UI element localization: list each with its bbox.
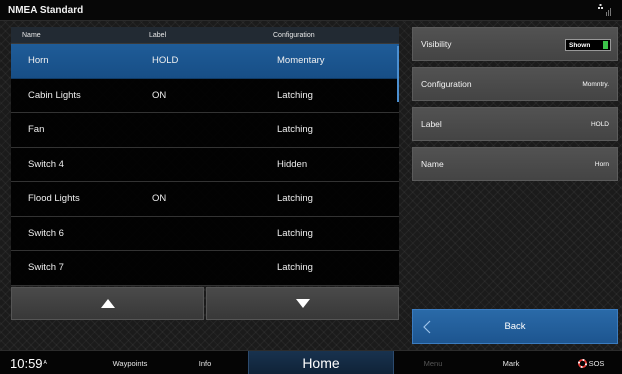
row-configuration: Latching <box>277 227 313 239</box>
visibility-panel[interactable]: Visibility Shown <box>412 27 618 61</box>
back-label: Back <box>504 321 526 332</box>
chevron-left-icon <box>423 320 431 334</box>
row-configuration: Latching <box>277 89 313 101</box>
clock-time: 10:59 <box>10 355 43 371</box>
row-label: ON <box>152 193 167 205</box>
row-name: Horn <box>28 55 49 67</box>
visibility-value: Shown <box>569 41 591 49</box>
row-configuration: Latching <box>277 262 313 274</box>
row-name: Flood Lights <box>28 193 80 205</box>
scroll-down-button[interactable] <box>206 287 399 320</box>
table-row[interactable]: Switch 7 Latching <box>11 251 399 286</box>
menu-button[interactable]: Menu <box>410 351 456 374</box>
clock-suffix: A <box>43 360 47 366</box>
configuration-panel[interactable]: Configuration Momntry. <box>412 67 618 101</box>
table-scrollbar[interactable] <box>397 46 399 102</box>
row-name: Switch 7 <box>28 262 64 274</box>
row-label: HOLD <box>152 55 179 67</box>
table-row[interactable]: Switch 6 Latching <box>11 216 399 251</box>
title-bar: NMEA Standard <box>0 0 622 21</box>
table-row[interactable]: Fan Latching <box>11 113 399 148</box>
label-title: Label <box>421 119 442 129</box>
header-configuration: Configuration <box>273 31 315 39</box>
visibility-toggle[interactable]: Shown <box>565 39 611 51</box>
header-name: Name <box>22 31 41 39</box>
row-name: Switch 4 <box>28 158 64 170</box>
triangle-down-icon <box>295 299 310 308</box>
table-row[interactable]: Switch 4 Hidden <box>11 147 399 182</box>
info-button[interactable]: Info <box>180 351 230 374</box>
row-configuration: Latching <box>277 193 313 205</box>
header-label: Label <box>149 31 167 39</box>
bottom-bar: 10:59 A Waypoints Info Home Menu Mark SOS <box>0 350 622 374</box>
table-header: Name Label Configuration <box>11 27 399 44</box>
row-configuration: Momentary <box>277 55 325 67</box>
mark-button[interactable]: Mark <box>490 351 532 374</box>
sos-button[interactable]: SOS <box>566 351 616 374</box>
name-panel[interactable]: Name Horn <box>412 147 618 181</box>
triangle-up-icon <box>100 299 115 308</box>
home-button[interactable]: Home <box>248 351 394 374</box>
signal-icon <box>598 4 611 16</box>
table-row[interactable]: Flood Lights ON Latching <box>11 182 399 217</box>
toggle-indicator <box>603 41 608 49</box>
page-arrows <box>11 287 399 320</box>
row-name: Cabin Lights <box>28 89 81 101</box>
visibility-title: Visibility <box>421 39 452 49</box>
configuration-value: Momntry. <box>582 80 609 88</box>
row-configuration: Latching <box>277 124 313 136</box>
row-label: ON <box>152 89 167 101</box>
clock: 10:59 A <box>10 351 90 374</box>
window-title: NMEA Standard <box>8 4 84 16</box>
row-configuration: Hidden <box>277 158 308 170</box>
back-button[interactable]: Back <box>412 309 618 344</box>
lifebuoy-icon <box>577 358 587 368</box>
row-name: Switch 6 <box>28 227 64 239</box>
table-row[interactable]: Cabin Lights ON Latching <box>11 78 399 113</box>
sos-label: SOS <box>588 358 605 368</box>
scroll-up-button[interactable] <box>11 287 204 320</box>
name-value: Horn <box>594 160 609 168</box>
waypoints-button[interactable]: Waypoints <box>100 351 160 374</box>
label-panel[interactable]: Label HOLD <box>412 107 618 141</box>
name-title: Name <box>421 159 444 169</box>
table-row[interactable]: Horn HOLD Momentary <box>11 44 399 79</box>
row-name: Fan <box>28 124 45 136</box>
switch-table: Name Label Configuration Horn HOLD Momen… <box>11 27 399 286</box>
label-value: HOLD <box>590 120 609 128</box>
configuration-title: Configuration <box>421 79 472 89</box>
